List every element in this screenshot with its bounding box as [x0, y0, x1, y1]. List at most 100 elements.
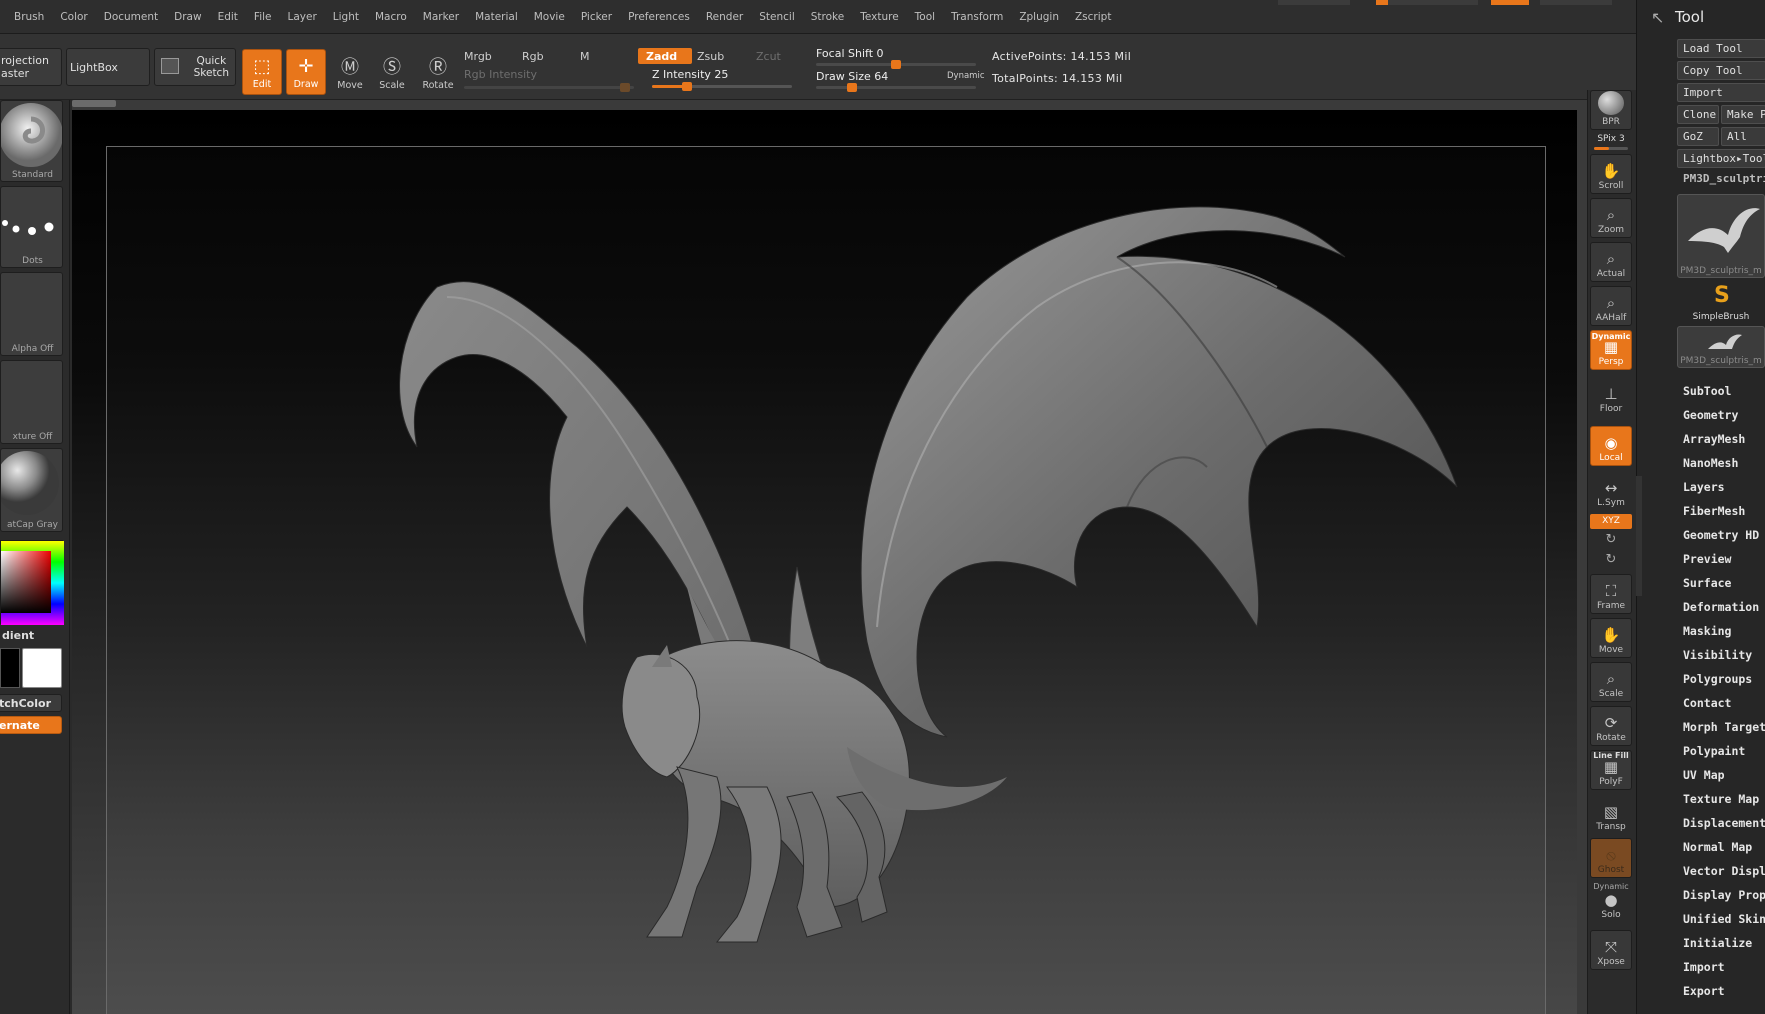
subpalette-surface[interactable]: Surface [1683, 576, 1731, 590]
texture-selector[interactable]: xture Off [0, 360, 63, 444]
draw-button[interactable]: ✛ Draw [286, 49, 326, 95]
draw-size-slider[interactable] [816, 83, 976, 92]
polyf-button[interactable]: Line Fill ▦ PolyF [1590, 750, 1632, 790]
subpalette-geometry[interactable]: Geometry [1683, 408, 1738, 422]
bpr-button[interactable]: BPR [1590, 90, 1632, 130]
focal-shift-knob[interactable] [891, 60, 901, 69]
main-color-swatch[interactable] [22, 648, 62, 688]
projection-master-button[interactable]: rojection aster [0, 48, 62, 86]
subpalette-nanomesh[interactable]: NanoMesh [1683, 456, 1738, 470]
menu-item-transform[interactable]: Transform [951, 11, 1003, 23]
subpalette-initialize[interactable]: Initialize [1683, 936, 1752, 950]
spix-slider[interactable] [1594, 147, 1628, 150]
subpalette-layers[interactable]: Layers [1683, 480, 1725, 494]
palette-divider-handle[interactable] [1636, 476, 1642, 596]
move-button[interactable]: Ⓜ Move [330, 49, 370, 95]
subpalette-vector-displa[interactable]: Vector Displa [1683, 864, 1765, 878]
menu-item-stroke[interactable]: Stroke [811, 11, 844, 23]
palette-collapse-icon[interactable]: ↖ [1651, 8, 1664, 27]
menu-stub-orange[interactable] [1491, 0, 1529, 5]
rotate-view-button[interactable]: ⟳ Rotate [1590, 706, 1632, 746]
subpalette-texture-map[interactable]: Texture Map [1683, 792, 1759, 806]
menu-item-marker[interactable]: Marker [423, 11, 459, 23]
transp-button[interactable]: ▧ Transp [1590, 794, 1632, 834]
brush-selector[interactable]: Standard [0, 100, 63, 182]
subpalette-arraymesh[interactable]: ArrayMesh [1683, 432, 1745, 446]
ghost-button[interactable]: ⦸ Ghost [1590, 838, 1632, 878]
z-intensity-slider[interactable] [652, 82, 792, 91]
subpalette-preview[interactable]: Preview [1683, 552, 1731, 566]
lightbox-tools-button[interactable]: Lightbox▸Tools [1677, 149, 1765, 168]
load-tool-button[interactable]: Load Tool [1677, 39, 1765, 58]
goz-all-button[interactable]: All [1721, 127, 1765, 146]
clone-button[interactable]: Clone [1677, 105, 1719, 124]
menu-item-color[interactable]: Color [60, 11, 87, 23]
switch-color-button[interactable]: tchColor [0, 694, 62, 712]
rotate-z-icon[interactable]: ↻ [1590, 552, 1632, 567]
subpalette-uv-map[interactable]: UV Map [1683, 768, 1725, 782]
material-selector[interactable]: atCap Gray [0, 448, 63, 532]
subpalette-morph-target[interactable]: Morph Target [1683, 720, 1765, 734]
creature-sculpt-model[interactable] [107, 147, 1546, 1014]
menu-stub-right[interactable] [1540, 0, 1612, 5]
z-intensity-knob[interactable] [682, 82, 692, 91]
menu-stub-left[interactable] [1278, 0, 1350, 5]
edit-button[interactable]: ⬚ Edit [242, 49, 282, 95]
scale-view-button[interactable]: ⌕ Scale [1590, 662, 1632, 702]
menu-item-file[interactable]: File [254, 11, 272, 23]
subpalette-export[interactable]: Export [1683, 984, 1725, 998]
menu-item-brush[interactable]: Brush [14, 11, 44, 23]
scale-button[interactable]: Ⓢ Scale [372, 49, 412, 95]
zadd-toggle[interactable]: Zadd [638, 48, 692, 64]
floor-button[interactable]: ⊥ Floor [1590, 376, 1632, 416]
subpalette-masking[interactable]: Masking [1683, 624, 1731, 638]
menu-item-macro[interactable]: Macro [375, 11, 407, 23]
subpalette-deformation[interactable]: Deformation [1683, 600, 1759, 614]
subpalette-fibermesh[interactable]: FiberMesh [1683, 504, 1745, 518]
rotate-y-icon[interactable]: ↻ [1590, 532, 1632, 547]
tool-thumb-simplebrush[interactable]: S SimpleBrush [1677, 280, 1765, 324]
rgb-intensity-knob[interactable] [620, 83, 630, 92]
menu-stub-slider[interactable] [1388, 0, 1478, 5]
menu-item-picker[interactable]: Picker [581, 11, 612, 23]
canvas-scroll-handle[interactable] [72, 100, 116, 107]
subpalette-contact[interactable]: Contact [1683, 696, 1731, 710]
make-polymesh-button[interactable]: Make P [1721, 105, 1765, 124]
dynamic-toggle[interactable]: Dynamic [947, 71, 985, 81]
menu-item-texture[interactable]: Texture [860, 11, 898, 23]
import-button[interactable]: Import [1677, 83, 1765, 102]
goz-button[interactable]: GoZ [1677, 127, 1719, 146]
subpalette-normal-map[interactable]: Normal Map [1683, 840, 1752, 854]
color-picker[interactable] [0, 540, 64, 625]
menu-item-light[interactable]: Light [333, 11, 359, 23]
rgb-intensity-slider[interactable] [464, 83, 634, 92]
secondary-color-swatch[interactable] [0, 648, 20, 688]
alpha-selector[interactable]: Alpha Off [0, 272, 63, 356]
rgb-toggle[interactable]: Rgb [522, 50, 544, 63]
subpalette-subtool[interactable]: SubTool [1683, 384, 1731, 398]
subpalette-geometry-hd[interactable]: Geometry HD [1683, 528, 1759, 542]
menu-item-edit[interactable]: Edit [218, 11, 238, 23]
copy-tool-button[interactable]: Copy Tool [1677, 61, 1765, 80]
tool-thumb-sculptris-2[interactable]: PM3D_sculptris_m [1677, 326, 1765, 368]
menu-item-preferences[interactable]: Preferences [628, 11, 690, 23]
move-view-button[interactable]: ✋ Move [1590, 618, 1632, 658]
menu-item-material[interactable]: Material [475, 11, 518, 23]
focal-shift-slider[interactable] [816, 60, 976, 69]
draw-size-knob[interactable] [847, 83, 857, 92]
alternate-toggle[interactable]: ernate [0, 716, 62, 734]
zoom-button[interactable]: ⌕ Zoom [1590, 198, 1632, 238]
m-toggle[interactable]: M [580, 50, 590, 63]
menu-item-layer[interactable]: Layer [288, 11, 317, 23]
subpalette-unified-skin[interactable]: Unified Skin [1683, 912, 1765, 926]
lightbox-button[interactable]: LightBox [66, 48, 150, 86]
actual-button[interactable]: ⌕ Actual [1590, 242, 1632, 282]
quick-sketch-button[interactable]: Quick Sketch [154, 48, 236, 86]
rotate-button[interactable]: Ⓡ Rotate [418, 49, 458, 95]
menu-item-draw[interactable]: Draw [174, 11, 201, 23]
subpalette-polypaint[interactable]: Polypaint [1683, 744, 1745, 758]
gradient-toggle[interactable]: dient [2, 629, 34, 642]
subpalette-import[interactable]: Import [1683, 960, 1725, 974]
menu-item-zplugin[interactable]: Zplugin [1019, 11, 1059, 23]
menu-item-zscript[interactable]: Zscript [1075, 11, 1111, 23]
